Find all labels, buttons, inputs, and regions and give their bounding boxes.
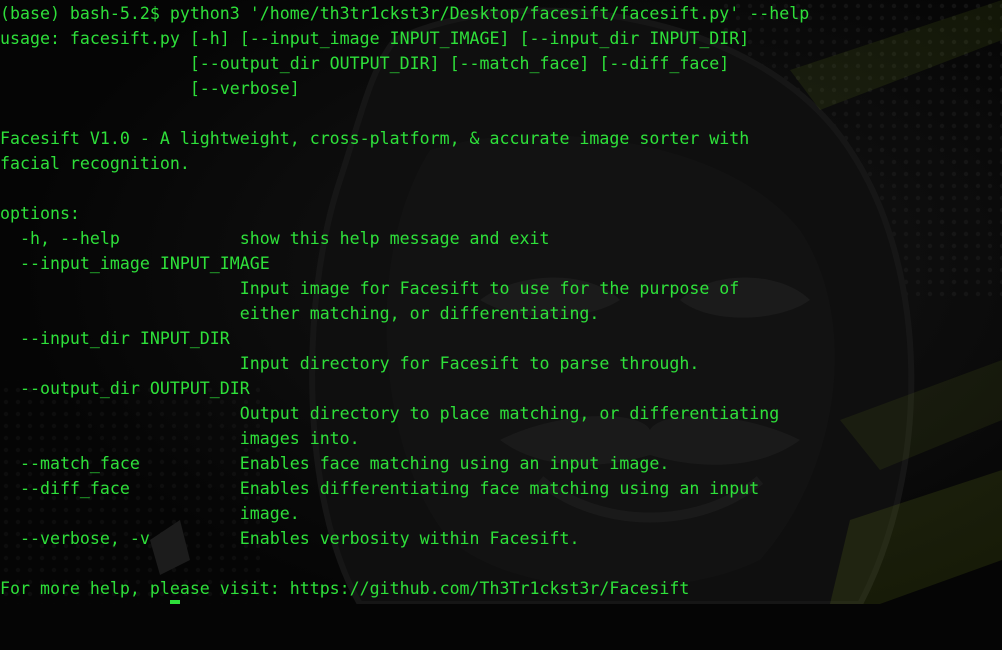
description-line: Facesift V1.0 - A lightweight, cross-pla… xyxy=(0,129,750,148)
option-description: image. xyxy=(0,504,300,523)
option-match-face: --match_face Enables face matching using… xyxy=(0,454,670,473)
command-line: (base) bash-5.2$ python3 '/home/th3tr1ck… xyxy=(0,4,810,23)
option-input-dir: --input_dir INPUT_DIR xyxy=(0,329,230,348)
terminal-output[interactable]: (base) bash-5.2$ python3 '/home/th3tr1ck… xyxy=(0,0,1002,604)
option-input-image: --input_image INPUT_IMAGE xyxy=(0,254,270,273)
usage-line-cont: [--output_dir OUTPUT_DIR] [--match_face]… xyxy=(0,54,730,73)
terminal-cursor[interactable] xyxy=(170,600,180,604)
option-verbose: --verbose, -v Enables verbosity within F… xyxy=(0,529,580,548)
usage-line: usage: facesift.py [-h] [--input_image I… xyxy=(0,29,750,48)
option-description: Input directory for Facesift to parse th… xyxy=(0,354,700,373)
option-diff-face: --diff_face Enables differentiating face… xyxy=(0,479,760,498)
option-help: -h, --help show this help message and ex… xyxy=(0,229,550,248)
option-description: Output directory to place matching, or d… xyxy=(0,404,780,423)
usage-line-cont: [--verbose] xyxy=(0,79,300,98)
description-line: facial recognition. xyxy=(0,154,190,173)
options-heading: options: xyxy=(0,204,80,223)
option-output-dir: --output_dir OUTPUT_DIR xyxy=(0,379,250,398)
option-description: images into. xyxy=(0,429,360,448)
option-description: either matching, or differentiating. xyxy=(0,304,600,323)
option-description: Input image for Facesift to use for the … xyxy=(0,279,740,298)
help-url-line: For more help, please visit: https://git… xyxy=(0,579,690,598)
